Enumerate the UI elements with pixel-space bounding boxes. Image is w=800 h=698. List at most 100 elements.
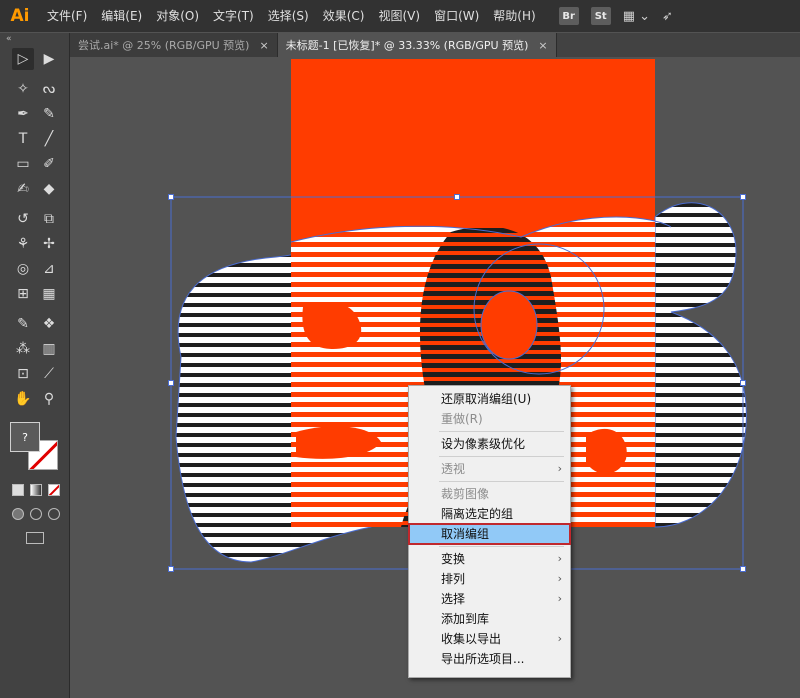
rectangle-tool-icon[interactable]: ▭ xyxy=(12,153,34,175)
draw-inside-button[interactable] xyxy=(48,508,60,520)
draw-behind-button[interactable] xyxy=(30,508,42,520)
tool-row: ✎ ❖ xyxy=(0,313,69,335)
draw-normal-button[interactable] xyxy=(12,508,24,520)
tool-row: ▭ ✐ xyxy=(0,153,69,175)
column-graph-tool-icon[interactable]: ▥ xyxy=(38,338,60,360)
document-tab[interactable]: 尝试.ai* @ 25% (RGB/GPU 预览) × xyxy=(70,33,278,57)
magic-wand-tool-icon[interactable]: ✧ xyxy=(12,78,34,100)
color-mode-button[interactable] xyxy=(12,484,24,496)
chevron-right-icon: › xyxy=(557,592,562,605)
menu-6[interactable]: 视图(V) xyxy=(371,0,427,32)
tool-row: T ╱ xyxy=(0,128,69,150)
context-menu-item: 透视 › xyxy=(409,459,570,479)
context-menu-item[interactable]: 排列 › xyxy=(409,569,570,589)
scale-tool-icon[interactable]: ⧉ xyxy=(38,208,60,230)
context-menu-item[interactable]: 还原取消编组(U) xyxy=(409,389,570,409)
context-menu-item-label: 添加到库 xyxy=(441,612,490,626)
tool-row: ◎ ⊿ xyxy=(0,258,69,280)
gradient-tool-icon[interactable]: ▦ xyxy=(38,283,60,305)
pen-tool-icon[interactable]: ✒ xyxy=(12,103,34,125)
blend-tool-icon[interactable]: ❖ xyxy=(38,313,60,335)
menu-bar: Ai 文件(F) 编辑(E) 对象(O) 文字(T) 选择(S) 效果(C) 视图(V) 窗口… xyxy=(0,0,800,32)
chevron-right-icon: › xyxy=(557,572,562,585)
tool-row: ✧ ᔓ xyxy=(0,78,69,100)
chevron-right-icon: › xyxy=(557,552,562,565)
shaper-tool-icon[interactable]: ✍ xyxy=(12,178,34,200)
symbol-sprayer-tool-icon[interactable]: ⁂ xyxy=(12,338,34,360)
slice-tool-icon[interactable]: ⟋ xyxy=(38,363,60,385)
menu-8[interactable]: 帮助(H) xyxy=(486,0,542,32)
menu-7[interactable]: 窗口(W) xyxy=(427,0,486,32)
context-menu-item[interactable]: 隔离选定的组 xyxy=(409,504,570,524)
menu-5[interactable]: 效果(C) xyxy=(316,0,372,32)
rocket-icon[interactable]: ➶ xyxy=(662,9,673,24)
context-menu-item[interactable]: 设为像素级优化 xyxy=(409,434,570,454)
menu-4[interactable]: 选择(S) xyxy=(261,0,316,32)
context-menu-item: 裁剪图像 xyxy=(409,484,570,504)
direct-selection-tool-icon[interactable]: ▶ xyxy=(38,48,60,70)
tab-label: 未标题-1 [已恢复]* @ 33.33% (RGB/GPU 预览) xyxy=(285,39,529,52)
perspective-grid-tool-icon[interactable]: ⊿ xyxy=(38,258,60,280)
context-menu-item-label: 设为像素级优化 xyxy=(441,437,526,451)
selection-tool-icon[interactable]: ▷ xyxy=(12,48,34,70)
tool-row: ⊡ ⟋ xyxy=(0,363,69,385)
color-mode-row xyxy=(12,484,69,496)
tools-panel: « ▷ ▶ ✧ ᔓ ✒ ✎ T ╱ ▭ ✐ ✍ ◆ ↺ ⧉ ⚘ ✢ ◎ ⊿ ⊞ ▦ ✎ ❖ ⁂ ▥ ⊡ ⟋ ✋ ⚲ ? xyxy=(0,33,70,698)
zoom-tool-icon[interactable]: ⚲ xyxy=(38,388,60,410)
context-menu-item: 重做(R) xyxy=(409,409,570,429)
context-menu-item-label: 隔离选定的组 xyxy=(441,507,514,521)
mesh-tool-icon[interactable]: ⊞ xyxy=(12,283,34,305)
close-icon[interactable]: × xyxy=(538,39,547,52)
context-menu-item[interactable]: 收集以导出 › xyxy=(409,629,570,649)
grid-layout-icon[interactable]: ▦ ⌄ xyxy=(623,9,650,24)
chevron-right-icon: › xyxy=(557,462,562,475)
document-tab[interactable]: 未标题-1 [已恢复]* @ 33.33% (RGB/GPU 预览) × xyxy=(277,33,557,57)
context-menu-item-label: 收集以导出 xyxy=(441,632,502,646)
menu-0[interactable]: 文件(F) xyxy=(40,0,94,32)
menu-3[interactable]: 文字(T) xyxy=(206,0,261,32)
context-menu-item[interactable]: 取消编组 xyxy=(408,523,571,545)
chevron-right-icon: › xyxy=(557,632,562,645)
tool-row: ▷ ▶ xyxy=(0,48,69,70)
shape-builder-tool-icon[interactable]: ◎ xyxy=(12,258,34,280)
context-menu-item[interactable]: 变换 › xyxy=(409,549,570,569)
context-menu-item[interactable]: 导出所选项目... xyxy=(409,649,570,669)
menu-2[interactable]: 对象(O) xyxy=(149,0,206,32)
tab-label: 尝试.ai* @ 25% (RGB/GPU 预览) xyxy=(78,39,250,52)
menu-separator xyxy=(439,456,564,457)
context-menu-item-label: 导出所选项目... xyxy=(441,652,525,666)
collapse-icon[interactable]: « xyxy=(0,33,69,45)
context-menu-item[interactable]: 添加到库 xyxy=(409,609,570,629)
menu-separator xyxy=(439,431,564,432)
curvature-tool-icon[interactable]: ✎ xyxy=(38,103,60,125)
hand-tool-icon[interactable]: ✋ xyxy=(12,388,34,410)
gradient-mode-button[interactable] xyxy=(30,484,42,496)
artboard-tool-icon[interactable]: ⊡ xyxy=(12,363,34,385)
context-menu-item[interactable]: 选择 › xyxy=(409,589,570,609)
document-tabs: 尝试.ai* @ 25% (RGB/GPU 预览) × 未标题-1 [已恢复]* @… xyxy=(70,33,800,57)
tool-row: ⊞ ▦ xyxy=(0,283,69,305)
line-tool-icon[interactable]: ╱ xyxy=(38,128,60,150)
screen-mode-button[interactable] xyxy=(26,532,44,544)
rotate-tool-icon[interactable]: ↺ xyxy=(12,208,34,230)
type-tool-icon[interactable]: T xyxy=(12,128,34,150)
context-menu-item-label: 还原取消编组(U) xyxy=(441,392,532,406)
letter-shape-right xyxy=(654,202,747,528)
width-tool-icon[interactable]: ⚘ xyxy=(12,233,34,255)
tool-row: ✋ ⚲ xyxy=(0,388,69,410)
bridge-button[interactable]: Br xyxy=(558,7,579,25)
context-menu-item-label: 变换 xyxy=(441,552,466,566)
tool-row: ✍ ◆ xyxy=(0,178,69,200)
stock-button[interactable]: St xyxy=(590,7,611,25)
fill-swatch[interactable]: ? xyxy=(10,422,40,452)
lasso-tool-icon[interactable]: ᔓ xyxy=(38,78,60,100)
eraser-tool-icon[interactable]: ◆ xyxy=(38,178,60,200)
paintbrush-tool-icon[interactable]: ✐ xyxy=(38,153,60,175)
none-mode-button[interactable] xyxy=(48,484,60,496)
tool-row: ↺ ⧉ xyxy=(0,208,69,230)
menu-1[interactable]: 编辑(E) xyxy=(94,0,149,32)
eyedropper-tool-icon[interactable]: ✎ xyxy=(12,313,34,335)
close-icon[interactable]: × xyxy=(259,39,268,52)
context-menu-item-label: 裁剪图像 xyxy=(441,487,490,501)
puppet-warp-tool-icon[interactable]: ✢ xyxy=(38,233,60,255)
